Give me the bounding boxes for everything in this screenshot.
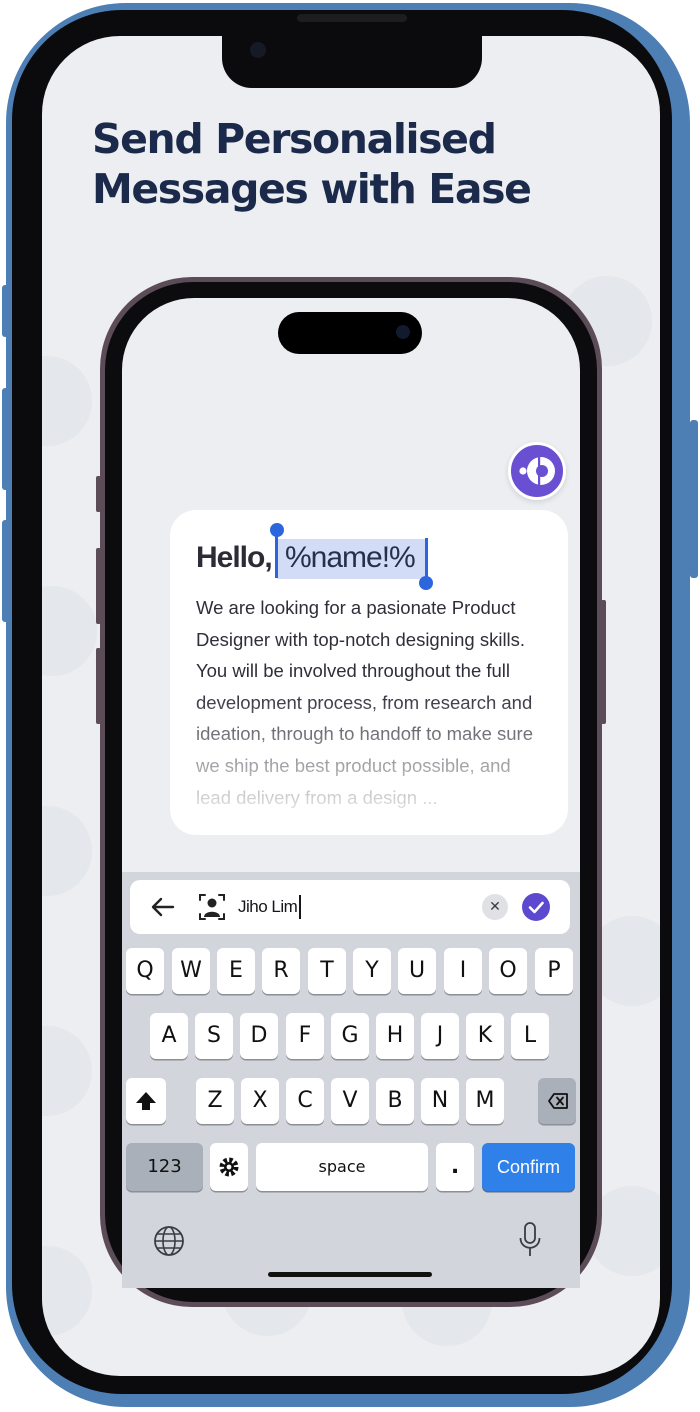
- inner-side-button: [96, 476, 101, 512]
- key-q[interactable]: Q: [126, 948, 164, 994]
- key-o[interactable]: O: [489, 948, 527, 994]
- home-indicator: [268, 1272, 432, 1277]
- key-m[interactable]: M: [466, 1078, 504, 1124]
- key-g[interactable]: G: [331, 1013, 369, 1059]
- key-k[interactable]: K: [466, 1013, 504, 1059]
- key-b[interactable]: B: [376, 1078, 414, 1124]
- key-l[interactable]: L: [511, 1013, 549, 1059]
- check-circle-icon[interactable]: [522, 893, 550, 921]
- inner-side-button: [96, 548, 101, 624]
- key-h[interactable]: H: [376, 1013, 414, 1059]
- background-pin-icon: [42, 356, 92, 446]
- shift-icon: [136, 1092, 156, 1110]
- selection-end-handle[interactable]: [419, 576, 433, 590]
- key-t[interactable]: T: [308, 948, 346, 994]
- text-caret: [299, 895, 301, 919]
- side-button: [2, 388, 10, 490]
- name-token[interactable]: %name!%: [285, 540, 416, 576]
- shift-key[interactable]: [126, 1078, 166, 1124]
- key-f[interactable]: F: [286, 1013, 324, 1059]
- backspace-key[interactable]: [538, 1078, 576, 1124]
- background-pin-icon: [42, 1246, 92, 1336]
- key-x[interactable]: X: [241, 1078, 279, 1124]
- headline-line-1: Send Personalised: [92, 115, 497, 163]
- outer-camera: [250, 42, 266, 58]
- background-pin-icon: [42, 1026, 92, 1116]
- key-s[interactable]: S: [195, 1013, 233, 1059]
- key-e[interactable]: E: [217, 948, 255, 994]
- key-r[interactable]: R: [262, 948, 300, 994]
- key-y[interactable]: Y: [353, 948, 391, 994]
- space-key[interactable]: space: [256, 1143, 428, 1191]
- front-camera: [396, 325, 410, 339]
- key-p[interactable]: P: [535, 948, 573, 994]
- backspace-icon: [548, 1093, 568, 1109]
- settings-key[interactable]: [210, 1143, 248, 1191]
- recipient-input-value[interactable]: Jiho Lim: [238, 896, 298, 918]
- selection-start-bar: [275, 534, 278, 578]
- side-button: [690, 420, 698, 578]
- period-key[interactable]: .: [436, 1143, 474, 1191]
- headline: Send Personalised Messages with Ease: [92, 114, 612, 214]
- confirm-key[interactable]: Confirm: [482, 1143, 575, 1191]
- outer-speaker: [297, 14, 407, 22]
- side-button: [2, 520, 10, 622]
- clear-icon[interactable]: ✕: [482, 894, 508, 920]
- background-pin-icon: [42, 806, 92, 896]
- key-i[interactable]: I: [444, 948, 482, 994]
- selection-start-handle[interactable]: [270, 523, 284, 537]
- globe-icon[interactable]: [152, 1224, 186, 1258]
- key-n[interactable]: N: [421, 1078, 459, 1124]
- side-button: [2, 285, 10, 337]
- contact-scan-icon[interactable]: [197, 890, 227, 924]
- message-body: We are looking for a pasionate Product D…: [196, 597, 534, 808]
- key-a[interactable]: A: [150, 1013, 188, 1059]
- inner-side-button: [601, 600, 606, 724]
- headline-line-2: Messages with Ease: [92, 165, 532, 213]
- background-pin-icon: [42, 586, 97, 676]
- brand-logo-icon[interactable]: [508, 442, 566, 500]
- arrow-left-icon[interactable]: [148, 890, 178, 924]
- key-z[interactable]: Z: [196, 1078, 234, 1124]
- key-v[interactable]: V: [331, 1078, 369, 1124]
- greeting-text: Hello,: [196, 541, 273, 574]
- gear-icon: [219, 1157, 239, 1177]
- key-d[interactable]: D: [240, 1013, 278, 1059]
- microphone-icon[interactable]: [517, 1221, 543, 1259]
- inner-side-button: [96, 648, 101, 724]
- key-j[interactable]: J: [421, 1013, 459, 1059]
- key-c[interactable]: C: [286, 1078, 324, 1124]
- numbers-key[interactable]: 123: [126, 1143, 203, 1191]
- key-w[interactable]: W: [172, 948, 210, 994]
- key-u[interactable]: U: [398, 948, 436, 994]
